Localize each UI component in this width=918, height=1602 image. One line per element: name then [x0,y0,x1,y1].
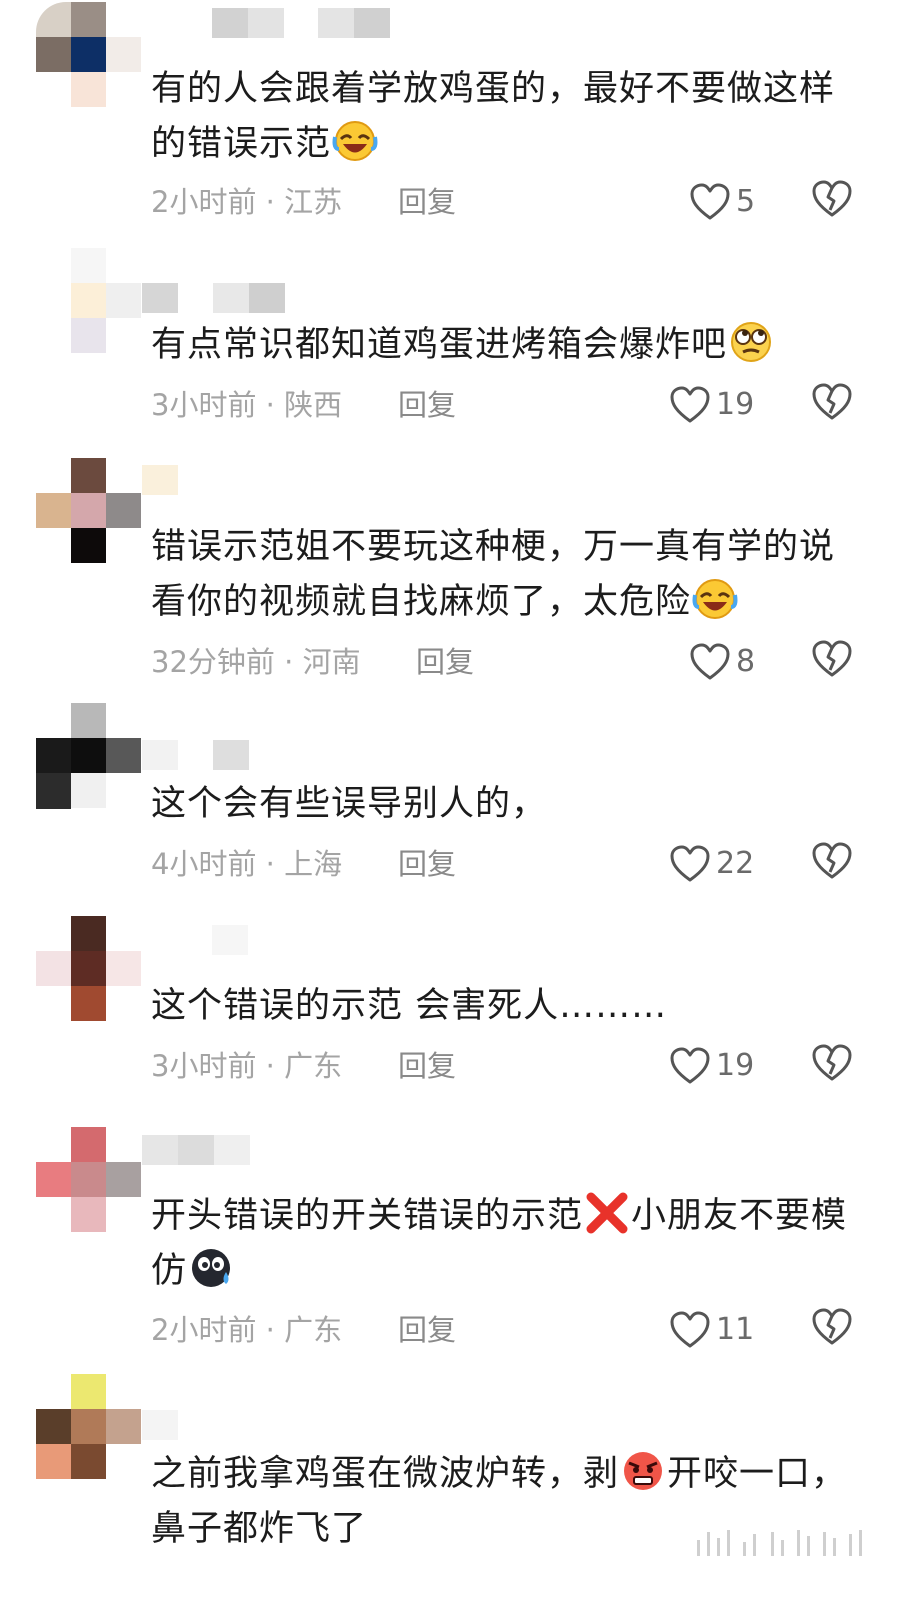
comment-location: 上海 [284,847,343,881]
comment-meta: 32分钟前 · 河南 [151,645,361,679]
comment-text: 错误示范姐不要玩这种梗，万一真有学的说看你的视频就自找麻烦了，太危险 [151,527,836,622]
heart-outline-icon [670,1047,710,1085]
reply-button[interactable]: 回复 [398,1046,456,1086]
broken-heart-icon[interactable] [812,383,856,427]
comment-time: 4小时前 [151,847,257,881]
comment-text: 开头错误的开关错误的示范 小朋友不要模仿 [151,1189,851,1299]
eye-roll-emoji [727,320,775,364]
comment-time: 2小时前 [151,185,257,219]
like-button[interactable]: 8 [690,640,755,684]
comment-location: 广东 [284,1313,343,1347]
like-count: 19 [716,1048,755,1083]
reply-button[interactable]: 回复 [398,1310,456,1350]
avatar[interactable] [36,1374,142,1480]
comment-text: 这个错误的示范 会害死人……… [151,986,668,1026]
heart-outline-icon [690,643,730,681]
heart-outline-icon [670,1311,710,1349]
comment-meta: 2小时前 · 广东 [151,1313,343,1347]
reply-button[interactable]: 回复 [416,642,474,682]
comment-location: 河南 [302,645,361,679]
like-count: 8 [736,644,756,679]
reply-button[interactable]: 回复 [398,844,456,884]
avatar[interactable] [36,703,142,809]
avatar[interactable] [36,916,142,1022]
comment-meta: 3小时前 · 广东 [151,1049,343,1083]
reply-button[interactable]: 回复 [398,182,456,222]
comment-time: 3小时前 [151,388,257,422]
comment-time: 32分钟前 [151,645,275,679]
comment-text: 这个会有些误导别人的， [151,784,548,824]
heart-outline-icon [690,183,730,221]
like-count: 19 [716,387,755,422]
watermark-logo [693,1522,883,1562]
heart-outline-icon [670,386,710,424]
like-button[interactable]: 11 [670,1308,754,1352]
comment-meta: 2小时前 · 江苏 [151,185,343,219]
broken-heart-icon[interactable] [812,640,856,684]
comment-location: 陕西 [284,388,343,422]
rofl-emoji [331,119,379,163]
rofl-emoji [691,577,739,621]
reply-button[interactable]: 回复 [398,385,456,425]
broken-heart-icon[interactable] [812,1308,856,1352]
avatar[interactable] [36,458,142,564]
like-button[interactable]: 22 [670,842,754,886]
broken-heart-icon[interactable] [812,842,856,886]
heart-outline-icon [670,845,710,883]
broken-heart-icon[interactable] [812,1044,856,1088]
broken-heart-icon[interactable] [812,180,856,224]
comment-time: 2小时前 [151,1313,257,1347]
comment-text: 有的人会跟着学放鸡蛋的，最好不要做这样的错误示范 [151,69,836,164]
cross-mark-emoji [583,1191,631,1235]
comment-meta: 4小时前 · 上海 [151,847,343,881]
avatar[interactable] [36,248,142,354]
avatar[interactable] [36,2,142,108]
like-button[interactable]: 19 [670,383,754,427]
comment-location: 江苏 [284,185,343,219]
avatar[interactable] [36,1127,142,1233]
sweat-face-emoji [187,1246,235,1290]
comment-location: 广东 [284,1049,343,1083]
like-count: 22 [716,846,755,881]
comment-meta: 3小时前 · 陕西 [151,388,343,422]
like-button[interactable]: 5 [690,180,755,224]
comment-text: 有点常识都知道鸡蛋进烤箱会爆炸吧 [151,318,851,373]
angry-face-emoji [619,1449,667,1493]
like-count: 5 [736,184,756,219]
comment-time: 3小时前 [151,1049,257,1083]
like-button[interactable]: 19 [670,1044,754,1088]
like-count: 11 [716,1312,755,1347]
